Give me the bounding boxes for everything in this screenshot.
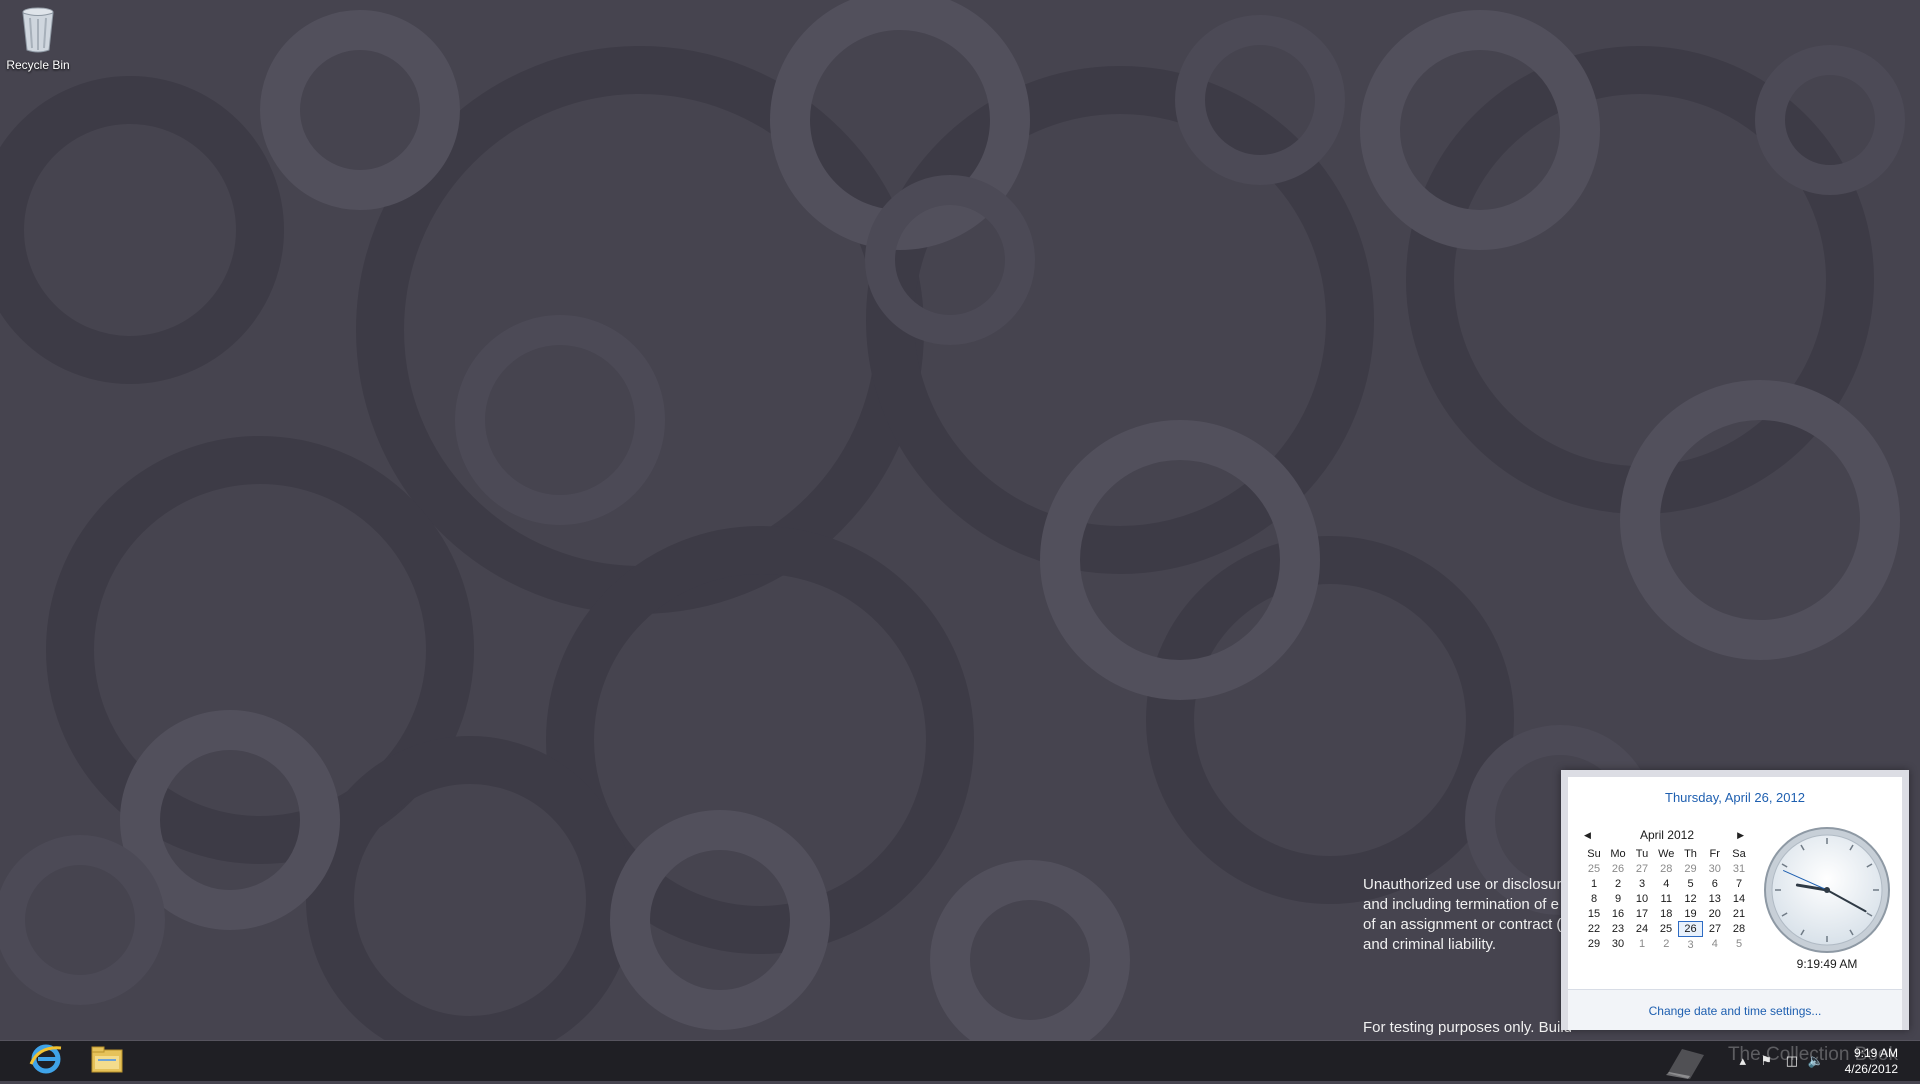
- taskbar-file-explorer[interactable]: [78, 1041, 136, 1081]
- long-date-link[interactable]: Thursday, April 26, 2012: [1568, 790, 1902, 805]
- book-icon: [1662, 1045, 1710, 1084]
- calendar-day[interactable]: 28: [1654, 861, 1679, 876]
- weekday-label: Th: [1684, 848, 1697, 860]
- calendar-day[interactable]: 11: [1654, 891, 1679, 906]
- weekday-label: Fr: [1709, 848, 1720, 860]
- calendar-day[interactable]: 3: [1679, 937, 1703, 953]
- calendar-day[interactable]: 4: [1654, 876, 1679, 891]
- calendar-day[interactable]: 5: [1679, 876, 1703, 891]
- calendar-month-label[interactable]: April 2012: [1640, 828, 1694, 842]
- calendar-day[interactable]: 19: [1679, 906, 1703, 922]
- calendar-day[interactable]: 16: [1606, 906, 1630, 922]
- calendar-day[interactable]: 9: [1606, 891, 1630, 906]
- tray-clock[interactable]: 9:19 AM 4/26/2012: [1845, 1045, 1898, 1077]
- calendar-day[interactable]: 24: [1630, 922, 1654, 937]
- calendar-week-row: 29 30 1 2 3 4 5: [1582, 937, 1751, 953]
- calendar-grid: Su Mo Tu We Th Fr Sa 25 26 27 28 29 30 3…: [1582, 847, 1751, 952]
- calendar-day[interactable]: 18: [1654, 906, 1679, 922]
- calendar-day[interactable]: 28: [1727, 922, 1751, 937]
- calendar-day[interactable]: 3: [1630, 876, 1654, 891]
- calendar-week-row: 22 23 24 25 26 27 28: [1582, 921, 1751, 937]
- weekday-label: Tu: [1635, 848, 1649, 860]
- calendar-day[interactable]: 15: [1582, 906, 1606, 922]
- calendar-week-row: 8 9 10 11 12 13 14: [1582, 891, 1751, 906]
- weekday-label: Su: [1587, 848, 1601, 860]
- calendar-day[interactable]: 25: [1654, 922, 1679, 937]
- legal-notice: Unauthorized use or disclosure and inclu…: [1363, 875, 1570, 955]
- calendar-day[interactable]: 27: [1703, 922, 1728, 937]
- calendar-day[interactable]: 2: [1606, 876, 1630, 891]
- change-date-time-settings-link[interactable]: Change date and time settings...: [1568, 1004, 1902, 1018]
- taskbar: The Collection Book ▴ ⚑ ◫ 🔈 9:19 AM 4/26…: [0, 1040, 1920, 1081]
- calendar-day[interactable]: 20: [1703, 906, 1728, 922]
- calendar-day[interactable]: 29: [1679, 861, 1703, 876]
- calendar-day[interactable]: 7: [1727, 876, 1751, 891]
- calendar-day[interactable]: 30: [1703, 861, 1728, 876]
- weekday-label: Sa: [1732, 848, 1746, 860]
- calendar-day[interactable]: 26: [1606, 861, 1630, 876]
- calendar-day[interactable]: 1: [1582, 876, 1606, 891]
- weekday-label: We: [1658, 848, 1675, 860]
- calendar-day[interactable]: 12: [1679, 891, 1703, 906]
- calendar-day[interactable]: 21: [1727, 906, 1751, 922]
- previous-month-arrow-icon[interactable]: ◀: [1584, 827, 1598, 843]
- calendar-day[interactable]: 27: [1630, 861, 1654, 876]
- calendar: ◀ April 2012 ▶ Su Mo Tu We Th Fr Sa 25 2: [1582, 827, 1752, 952]
- calendar-day[interactable]: 25: [1582, 861, 1606, 876]
- tray-date: 4/26/2012: [1844, 1062, 1898, 1076]
- legal-line: and including termination of e: [1363, 896, 1559, 913]
- legal-line: Unauthorized use or disclosure: [1363, 876, 1570, 893]
- flyout-footer: Change date and time settings...: [1568, 990, 1902, 1030]
- clock-time-text: 9:19:49 AM: [1796, 957, 1858, 971]
- calendar-day[interactable]: 31: [1727, 861, 1751, 876]
- legal-line: and criminal liability.: [1363, 936, 1497, 953]
- recycle-bin-icon: [16, 4, 60, 56]
- legal-line: of an assignment or contract (: [1363, 916, 1562, 933]
- next-month-arrow-icon[interactable]: ▶: [1730, 827, 1744, 843]
- calendar-day[interactable]: 14: [1727, 891, 1751, 906]
- system-tray: The Collection Book ▴ ⚑ ◫ 🔈 9:19 AM 4/26…: [1660, 1041, 1920, 1081]
- internet-explorer-icon: [29, 1042, 63, 1081]
- build-notice: For testing purposes only. Build: [1363, 1019, 1572, 1036]
- weekday-label: Mo: [1610, 848, 1626, 860]
- analog-clock-icon: [1764, 827, 1890, 953]
- calendar-day[interactable]: 2: [1654, 937, 1679, 953]
- date-time-flyout: Thursday, April 26, 2012 ◀ April 2012 ▶ …: [1561, 770, 1909, 1030]
- calendar-day[interactable]: 13: [1703, 891, 1728, 906]
- file-explorer-icon: [90, 1044, 124, 1079]
- calendar-day[interactable]: 1: [1630, 937, 1654, 953]
- network-icon[interactable]: ◫: [1786, 1054, 1798, 1068]
- recycle-bin-label: Recycle Bin: [6, 58, 70, 72]
- calendar-day[interactable]: 10: [1630, 891, 1654, 906]
- show-hidden-icons-icon[interactable]: ▴: [1739, 1054, 1746, 1068]
- calendar-week-row: 25 26 27 28 29 30 31: [1582, 861, 1751, 876]
- calendar-day[interactable]: 29: [1582, 937, 1606, 953]
- tray-time: 9:19 AM: [1853, 1046, 1898, 1060]
- calendar-day[interactable]: 8: [1582, 891, 1606, 906]
- calendar-day[interactable]: 6: [1703, 876, 1728, 891]
- recycle-bin-shortcut[interactable]: Recycle Bin: [2, 4, 74, 72]
- volume-icon[interactable]: 🔈: [1808, 1054, 1824, 1068]
- calendar-day[interactable]: 23: [1606, 922, 1630, 937]
- weekday-row: Su Mo Tu We Th Fr Sa: [1582, 847, 1751, 861]
- action-center-flag-icon[interactable]: ⚑: [1760, 1054, 1772, 1068]
- calendar-week-row: 15 16 17 18 19 20 21: [1582, 906, 1751, 922]
- calendar-day[interactable]: 22: [1582, 922, 1606, 937]
- calendar-day[interactable]: 5: [1727, 937, 1751, 953]
- calendar-header: ◀ April 2012 ▶: [1582, 827, 1752, 845]
- taskbar-internet-explorer[interactable]: [17, 1041, 75, 1081]
- calendar-week-row: 1 2 3 4 5 6 7: [1582, 876, 1751, 891]
- calendar-day[interactable]: 30: [1606, 937, 1630, 953]
- calendar-day-today[interactable]: 26: [1678, 921, 1703, 937]
- calendar-day[interactable]: 4: [1703, 937, 1728, 953]
- calendar-day[interactable]: 17: [1630, 906, 1654, 922]
